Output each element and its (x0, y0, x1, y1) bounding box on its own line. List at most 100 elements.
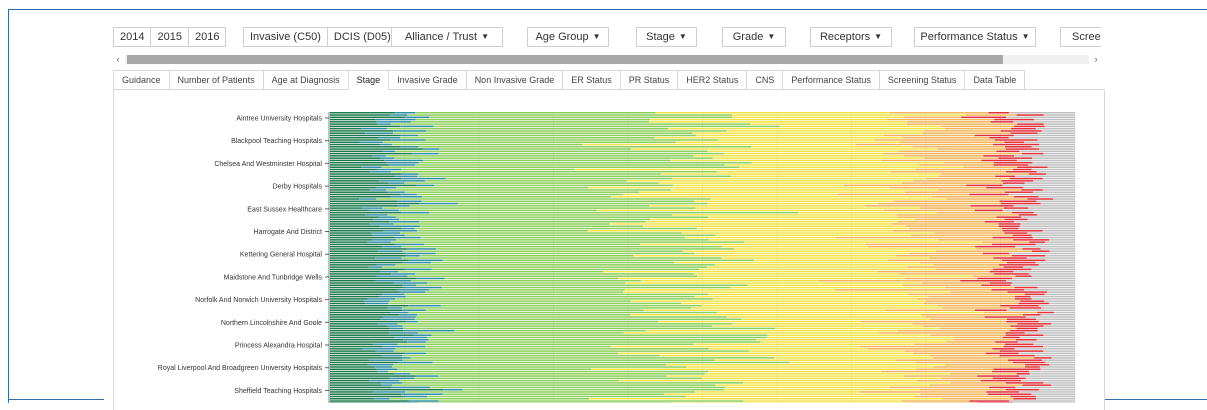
bar-segment-stage-0[interactable] (330, 185, 416, 187)
bar-segment-stage-3[interactable] (656, 112, 890, 114)
bar-segment-stage-4[interactable] (881, 371, 992, 373)
bar-segment-stage-5[interactable] (981, 285, 1011, 287)
bar-segment-stage-1[interactable] (403, 285, 417, 287)
bar-segment-stage-0[interactable] (330, 380, 369, 382)
bar-segment-stage-0[interactable] (330, 139, 391, 140)
bar-segment-stage-4[interactable] (896, 214, 1018, 216)
bar-segment-stage-1[interactable] (414, 334, 432, 336)
bar-segment-stage-5[interactable] (996, 216, 1021, 218)
bar-segment-stage-1[interactable] (369, 210, 399, 212)
bar-segment-stage-1[interactable] (365, 132, 393, 134)
bar-segment-stage-4[interactable] (909, 253, 983, 255)
bar-segment-unknown[interactable] (1028, 164, 1075, 166)
bar-segment-unknown[interactable] (1009, 194, 1075, 196)
bar-segment-stage-2[interactable] (446, 178, 673, 180)
bar-segment-stage-3[interactable] (682, 232, 935, 234)
bar-segment-stage-5[interactable] (1017, 323, 1051, 325)
bar-segment-stage-0[interactable] (330, 307, 388, 309)
bar-segment-unknown[interactable] (1032, 298, 1075, 300)
bar-segment-unknown[interactable] (1019, 228, 1075, 230)
bar-segment-stage-1[interactable] (377, 187, 397, 189)
bar-segment-stage-0[interactable] (330, 207, 362, 209)
bar-segment-stage-3[interactable] (750, 123, 907, 125)
bar-segment-stage-4[interactable] (902, 400, 970, 402)
bar-segment-stage-2[interactable] (425, 291, 623, 293)
bar-segment-stage-3[interactable] (609, 223, 892, 225)
bar-segment-stage-4[interactable] (951, 373, 1017, 375)
bar-segment-stage-1[interactable] (373, 391, 405, 393)
bar-segment-stage-3[interactable] (650, 219, 914, 221)
bar-segment-stage-5[interactable] (986, 187, 1023, 189)
bar-segment-stage-4[interactable] (937, 148, 1006, 150)
bar-segment-stage-1[interactable] (383, 246, 402, 248)
bar-segment-stage-3[interactable] (789, 362, 915, 364)
bar-segment-stage-3[interactable] (618, 278, 904, 280)
bar-segment-stage-2[interactable] (396, 239, 708, 241)
bar-segment-stage-1[interactable] (369, 359, 402, 361)
bar-segment-unknown[interactable] (1033, 180, 1075, 182)
bar-segment-stage-2[interactable] (396, 187, 588, 189)
bar-segment-unknown[interactable] (1036, 244, 1075, 246)
bar-segment-stage-0[interactable] (330, 387, 392, 389)
bar-segment-stage-0[interactable] (330, 255, 406, 257)
bar-segment-stage-3[interactable] (686, 396, 915, 398)
bar-segment-stage-1[interactable] (403, 262, 431, 264)
bar-segment-stage-4[interactable] (868, 246, 975, 248)
bar-segment-stage-1[interactable] (401, 393, 442, 395)
bar-segment-stage-3[interactable] (705, 373, 951, 375)
bar-segment-stage-3[interactable] (697, 228, 909, 230)
bar-segment-stage-5[interactable] (981, 380, 1021, 382)
bar-segment-stage-4[interactable] (916, 369, 994, 371)
bar-segment-stage-3[interactable] (752, 162, 944, 164)
bar-segment-stage-3[interactable] (674, 262, 919, 264)
bar-segment-stage-3[interactable] (683, 250, 936, 252)
bar-segment-unknown[interactable] (1036, 396, 1075, 398)
bar-segment-unknown[interactable] (1032, 235, 1075, 237)
bar-segment-unknown[interactable] (1007, 309, 1075, 311)
bar-segment-unknown[interactable] (1041, 248, 1076, 250)
bar-segment-stage-5[interactable] (1011, 396, 1036, 398)
bar-segment-stage-5[interactable] (998, 157, 1032, 159)
bar-segment-stage-4[interactable] (908, 266, 1004, 268)
bar-segment-stage-0[interactable] (330, 178, 401, 180)
bar-segment-stage-1[interactable] (363, 348, 396, 350)
bar-segment-stage-0[interactable] (330, 355, 382, 357)
bar-segment-stage-3[interactable] (640, 244, 865, 246)
bar-segment-stage-1[interactable] (389, 378, 414, 380)
bar-segment-stage-1[interactable] (400, 146, 418, 148)
bar-segment-stage-5[interactable] (1000, 201, 1037, 203)
bar-segment-stage-4[interactable] (883, 153, 1022, 155)
bar-segment-stage-5[interactable] (975, 246, 1015, 248)
bar-segment-stage-2[interactable] (432, 334, 768, 336)
bar-segment-stage-4[interactable] (936, 250, 1032, 252)
bar-segment-stage-4[interactable] (914, 344, 1005, 346)
screening-dropdown[interactable]: Screen (1060, 27, 1101, 47)
bar-segment-unknown[interactable] (1042, 230, 1075, 232)
bar-segment-stage-1[interactable] (380, 296, 406, 298)
bar-segment-stage-3[interactable] (618, 353, 913, 355)
bar-segment-stage-3[interactable] (708, 216, 898, 218)
bar-segment-stage-4[interactable] (928, 296, 1015, 298)
bar-segment-stage-2[interactable] (419, 221, 645, 223)
bar-segment-stage-0[interactable] (330, 396, 403, 398)
bar-segment-stage-2[interactable] (424, 244, 640, 246)
bar-segment-stage-3[interactable] (709, 348, 868, 350)
bar-segment-stage-0[interactable] (330, 312, 390, 314)
bar-segment-unknown[interactable] (1032, 275, 1075, 277)
bar-segment-unknown[interactable] (1003, 185, 1075, 187)
bar-segment-stage-0[interactable] (330, 278, 417, 280)
bar-segment-stage-3[interactable] (731, 176, 939, 178)
bar-segment-stage-2[interactable] (400, 137, 654, 139)
bar-segment-unknown[interactable] (1033, 237, 1075, 239)
bar-segment-stage-4[interactable] (920, 393, 988, 395)
bar-segment-stage-5[interactable] (1000, 305, 1039, 307)
bar-segment-stage-1[interactable] (370, 171, 391, 173)
bar-segment-unknown[interactable] (1023, 266, 1075, 268)
bar-segment-unknown[interactable] (1009, 400, 1075, 402)
tab-performance-status[interactable]: Performance Status (782, 70, 879, 90)
bar-segment-stage-3[interactable] (712, 325, 923, 327)
bar-segment-stage-1[interactable] (389, 332, 418, 334)
bar-segment-stage-5[interactable] (995, 176, 1015, 178)
bar-segment-unknown[interactable] (1024, 142, 1075, 144)
bar-segment-stage-5[interactable] (997, 151, 1020, 153)
